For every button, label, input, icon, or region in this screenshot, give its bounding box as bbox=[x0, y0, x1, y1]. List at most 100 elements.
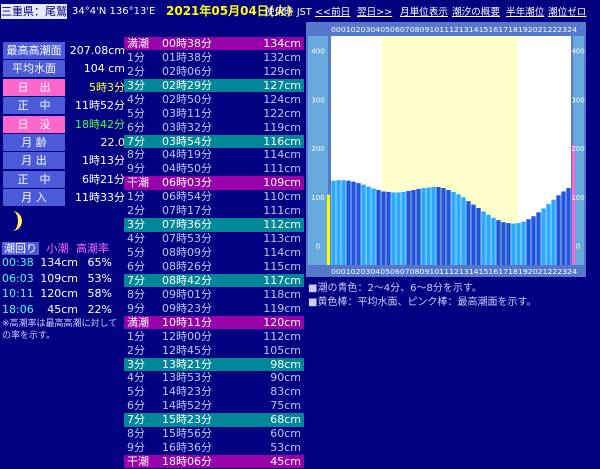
tide-summary-row: 18:06 45cm 22% bbox=[2, 303, 112, 316]
legend-blue-note: ■潮の青色：2～4分、6～8分を示す。 bbox=[308, 283, 482, 294]
half-year-link[interactable]: 半年潮位 bbox=[506, 4, 544, 18]
info-value: 104 cm bbox=[83, 62, 125, 76]
tide-time: 03時11分 bbox=[162, 106, 212, 120]
tide-bar bbox=[456, 194, 461, 265]
tide-table-row: 5分 03時11分 122cm bbox=[124, 107, 304, 120]
tide-bar bbox=[481, 211, 486, 265]
prev-day-link[interactable]: <<前日 bbox=[315, 4, 350, 18]
info-row: 月 出 1時13分 bbox=[1, 152, 125, 170]
tide-level: 119cm bbox=[263, 301, 301, 315]
tide-bar bbox=[396, 192, 401, 265]
tide-step: 9分 bbox=[127, 162, 145, 176]
tide-bar bbox=[401, 191, 406, 265]
tide-level: 113cm bbox=[263, 232, 301, 246]
tide-bar bbox=[551, 199, 556, 265]
tide-level: 53cm bbox=[270, 441, 301, 455]
zero-level-link[interactable]: 潮位ゼロ bbox=[548, 4, 586, 18]
tide-bar bbox=[431, 187, 436, 265]
tide-overview-link[interactable]: 潮汐の概要 bbox=[452, 4, 500, 18]
tide-level: 127cm bbox=[263, 78, 301, 92]
tide-time: 07時17分 bbox=[162, 204, 212, 218]
tide-cycle-label: 潮回り bbox=[2, 242, 39, 255]
tide-level: 116cm bbox=[263, 134, 301, 148]
tide-summary-row: 00:38 134cm 65% bbox=[2, 256, 112, 269]
tide-bar bbox=[441, 188, 446, 265]
tide-bar bbox=[346, 180, 351, 265]
tide-table-row: 7分 15時23分 68cm bbox=[124, 413, 304, 427]
tide-table-row: 8分 04時19分 114cm bbox=[124, 148, 304, 161]
tide-step: 8分 bbox=[127, 287, 145, 301]
tide-bar bbox=[336, 180, 341, 265]
y-tick-label-left: 100 bbox=[311, 194, 324, 202]
tide-time: 03時32分 bbox=[162, 120, 212, 134]
info-value: 1時13分 bbox=[82, 154, 125, 168]
y-tick-label-right: 400 bbox=[571, 48, 584, 56]
tide-time: 12時00分 bbox=[162, 329, 212, 343]
tide-bar bbox=[361, 184, 366, 265]
tide-time: 10時11分 bbox=[162, 315, 212, 329]
tide-time: 03時54分 bbox=[162, 134, 212, 148]
tide-level: 90cm bbox=[270, 371, 301, 385]
tide-time: 13時21分 bbox=[162, 357, 212, 371]
tide-step: 6分 bbox=[127, 259, 145, 273]
y-tick-label-right: 100 bbox=[571, 194, 584, 202]
moon-phase-icon bbox=[12, 211, 22, 231]
tide-level: 45cm bbox=[270, 455, 301, 469]
hour-axis-top: 0001020304050607080910111213141516171819… bbox=[331, 25, 577, 34]
summary-level: 134cm bbox=[40, 256, 78, 269]
tide-step: 4分 bbox=[127, 232, 145, 246]
tide-bar bbox=[376, 189, 381, 265]
tide-step: 5分 bbox=[127, 385, 145, 399]
y-tick-label-left: 300 bbox=[311, 96, 324, 104]
chart-legend: ■潮の青色：2～4分、6～8分を示す。 ■黄色棒：平均水面、ピンク棒：最高潮面を… bbox=[308, 282, 536, 310]
info-label: 最高高潮面 bbox=[3, 42, 65, 59]
tide-bar bbox=[411, 189, 416, 265]
tide-level: 122cm bbox=[263, 106, 301, 120]
tide-step: 2分 bbox=[127, 64, 145, 78]
tide-time: 15時23分 bbox=[162, 413, 212, 427]
summary-time: 06:03 bbox=[2, 271, 34, 285]
tide-table-row: 満潮 10時11分 120cm bbox=[124, 315, 304, 330]
tide-table-row: 5分 08時09分 114cm bbox=[124, 246, 304, 259]
info-value: 18時42分 bbox=[75, 117, 125, 131]
tide-step: 4分 bbox=[127, 92, 145, 106]
summary-time: 18:06 bbox=[2, 302, 34, 316]
tide-step: 6分 bbox=[127, 120, 145, 134]
tide-level: 119cm bbox=[263, 120, 301, 134]
tide-bar bbox=[341, 180, 346, 265]
tide-step: 9分 bbox=[127, 441, 145, 455]
next-day-link[interactable]: 翌日>> bbox=[357, 4, 392, 18]
tide-step: 3分 bbox=[127, 218, 145, 232]
tide-level: 75cm bbox=[270, 399, 301, 413]
y-tick-label-left: 200 bbox=[311, 145, 324, 153]
tide-bar bbox=[461, 197, 466, 265]
summary-time: 10:11 bbox=[2, 287, 34, 300]
tide-time: 08時09分 bbox=[162, 246, 212, 260]
tide-time: 04時19分 bbox=[162, 148, 212, 162]
tide-bar bbox=[476, 207, 481, 265]
tide-time: 08時26分 bbox=[162, 259, 212, 273]
tide-level: 83cm bbox=[270, 385, 301, 399]
tide-time: 02時06分 bbox=[162, 64, 212, 78]
tide-level: 124cm bbox=[263, 92, 301, 106]
tide-bar bbox=[416, 188, 421, 265]
info-label: 日 没 bbox=[3, 115, 65, 133]
tide-step: 干潮 bbox=[127, 176, 149, 190]
info-label: 月 齢 bbox=[3, 134, 65, 151]
monthly-view-link[interactable]: 月単位表示 bbox=[400, 4, 448, 18]
tide-step: 7分 bbox=[127, 273, 145, 287]
tide-table-row: 4分 02時50分 124cm bbox=[124, 93, 304, 106]
tide-table-row: 8分 15時56分 60cm bbox=[124, 427, 304, 440]
tide-time: 12時45分 bbox=[162, 343, 212, 357]
info-label: 正 中 bbox=[3, 170, 65, 188]
tide-bar bbox=[496, 220, 501, 265]
tide-bar bbox=[536, 212, 541, 265]
tide-table-row: 2分 12時45分 105cm bbox=[124, 344, 304, 357]
y-tick-label-right: 300 bbox=[571, 96, 584, 104]
tide-level: 115cm bbox=[263, 259, 301, 273]
info-label: 月 出 bbox=[3, 152, 65, 170]
tide-bar bbox=[561, 191, 566, 265]
info-label: 正 中 bbox=[3, 97, 65, 115]
tide-bar bbox=[471, 204, 476, 265]
tide-table-row: 2分 02時06分 129cm bbox=[124, 65, 304, 78]
